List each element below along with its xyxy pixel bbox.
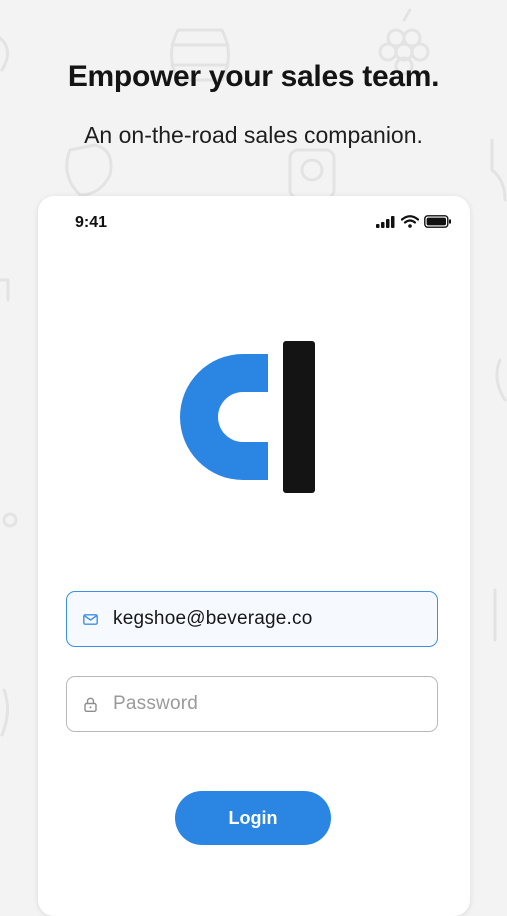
subheadline: An on-the-road sales companion. [84, 122, 423, 148]
lock-icon [82, 696, 98, 712]
headline: Empower your sales team. [67, 60, 440, 93]
login-button[interactable]: Login [175, 791, 331, 845]
email-field[interactable]: kegshoe@beverage.co [66, 591, 438, 647]
battery-icon [424, 215, 452, 233]
logo-bar [283, 341, 315, 493]
phone-frame: 9:41 kegshoe@beverage.co Password Login [38, 196, 470, 916]
logo-c-shape [180, 354, 268, 480]
status-time: 9:41 [75, 214, 108, 231]
status-icons [376, 215, 452, 233]
mail-icon [82, 611, 98, 627]
password-placeholder: Password [113, 693, 199, 714]
password-field[interactable]: Password [66, 676, 438, 732]
cellular-signal-icon [376, 215, 396, 233]
wifi-icon [400, 215, 420, 233]
app-logo [180, 341, 315, 493]
email-value: kegshoe@beverage.co [113, 608, 313, 629]
